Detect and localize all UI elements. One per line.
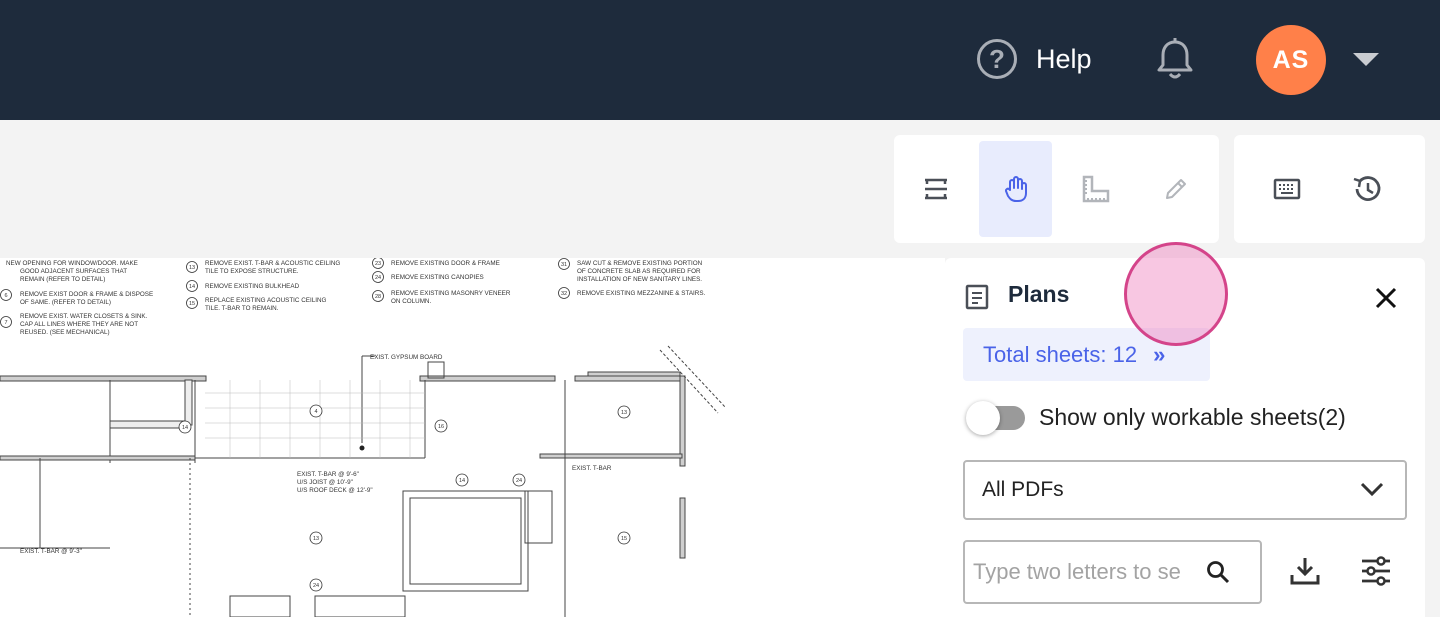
split-view-tool[interactable] bbox=[899, 141, 972, 237]
pencil-markup-icon bbox=[1165, 179, 1186, 199]
note-line: REMOVE EXIST DOOR & FRAME & DISPOSE bbox=[20, 291, 153, 298]
note-line: TILE TO EXPOSE STRUCTURE. bbox=[205, 268, 299, 275]
pdf-filter-select[interactable]: All PDFs bbox=[963, 460, 1407, 520]
svg-text:NEW OPENING FOR WINDOW/DOOR. M: NEW OPENING FOR WINDOW/DOOR. MAKE bbox=[6, 260, 138, 267]
note-line: OF SAME. (REFER TO DETAIL) bbox=[20, 299, 111, 306]
plan-tag: 14 bbox=[182, 425, 188, 431]
note-line: REMOVE EXISTING MEZZANINE & STAIRS. bbox=[577, 290, 706, 297]
note-line: REMOVE EXIST. WATER CLOSETS & SINK. bbox=[20, 313, 148, 320]
plan-tag: 15 bbox=[621, 536, 627, 542]
plan-tag: 24 bbox=[313, 583, 319, 589]
note-number: 32 bbox=[561, 291, 567, 297]
plan-tag: 16 bbox=[438, 424, 444, 430]
help-label: Help bbox=[1036, 43, 1092, 74]
top-navigation-bar: ? Help AS bbox=[0, 0, 1440, 120]
split-view-icon bbox=[924, 178, 947, 200]
download-icon[interactable] bbox=[1289, 555, 1321, 587]
note-line: REMAIN (REFER TO DETAIL) bbox=[20, 276, 105, 283]
note-line: SAW CUT & REMOVE EXISTING PORTION bbox=[577, 260, 703, 267]
search-icon[interactable] bbox=[1206, 560, 1230, 584]
note-number: 7 bbox=[4, 320, 7, 326]
workable-sheets-toggle[interactable] bbox=[966, 401, 1025, 435]
note-line: GOOD ADJACENT SURFACES THAT bbox=[20, 268, 127, 275]
note-line: REMOVE EXISTING CANOPIES bbox=[391, 274, 484, 281]
plan-tag: 24 bbox=[516, 478, 522, 484]
note-line: NEW OPENING FOR WINDOW/DOOR. MAKE bbox=[6, 260, 138, 267]
panel-title: Plans bbox=[1008, 281, 1070, 307]
note-number: 31 bbox=[561, 262, 567, 268]
svg-text:GOOD ADJACENT SURFACES THAT: GOOD ADJACENT SURFACES THAT bbox=[20, 268, 127, 275]
help-circle-icon: ? bbox=[977, 39, 1017, 79]
chevron-down-icon bbox=[1360, 482, 1384, 497]
document-icon bbox=[965, 284, 989, 310]
view-toolbar bbox=[1234, 135, 1425, 243]
pdf-filter-value: All PDFs bbox=[982, 478, 1064, 501]
toggle-knob bbox=[966, 401, 1000, 435]
help-button[interactable]: ? Help bbox=[977, 38, 1092, 80]
close-icon[interactable] bbox=[1373, 285, 1399, 311]
sheet-search-input[interactable] bbox=[973, 554, 1181, 590]
workable-sheets-label: Show only workable sheets(2) bbox=[1039, 404, 1346, 430]
note-number: 13 bbox=[189, 265, 195, 271]
filter-sliders-icon[interactable] bbox=[1360, 555, 1392, 587]
plan-label: U/S JOIST @ 10'-9" bbox=[297, 479, 353, 486]
pencil-markup-tool[interactable] bbox=[1139, 141, 1212, 237]
note-number: 14 bbox=[189, 284, 195, 290]
note-line: OF CONCRETE SLAB AS REQUIRED FOR bbox=[577, 268, 701, 275]
note-line: TILE. T-BAR TO REMAIN. bbox=[205, 305, 279, 312]
plan-label: EXIST. T-BAR @ 9'-6" bbox=[297, 471, 359, 478]
note-line: REPLACE EXISTING ACOUSTIC CEILING bbox=[205, 297, 327, 304]
plan-tag: 14 bbox=[459, 478, 465, 484]
bell-icon bbox=[1157, 38, 1193, 79]
plan-label: EXIST. GYPSUM BOARD bbox=[370, 354, 443, 361]
note-number: 24 bbox=[375, 275, 381, 281]
pan-tool[interactable] bbox=[979, 141, 1052, 237]
sheet-search-box bbox=[963, 540, 1262, 604]
note-line: INSTALLATION OF NEW SANITARY LINES. bbox=[577, 276, 702, 283]
total-sheets-label: Total sheets: 12 bbox=[983, 341, 1138, 367]
note-line: REMOVE EXISTING MASONRY VENEER bbox=[391, 290, 511, 297]
note-number: 23 bbox=[375, 261, 381, 267]
plan-label: EXIST. T-BAR bbox=[572, 465, 612, 472]
markup-toolbar bbox=[894, 135, 1219, 243]
history-icon bbox=[1353, 176, 1380, 201]
notifications-button[interactable] bbox=[1155, 37, 1195, 81]
plan-label: U/S ROOF DECK @ 12'-9" bbox=[297, 487, 373, 494]
note-line: CAP ALL LINES WHERE THEY ARE NOT bbox=[20, 321, 138, 328]
note-number: 28 bbox=[375, 294, 381, 300]
note-number: 6 bbox=[4, 293, 7, 299]
plan-tag: 13 bbox=[621, 410, 627, 416]
plan-tag: 13 bbox=[313, 536, 319, 542]
hand-pan-icon bbox=[1004, 176, 1027, 202]
user-avatar[interactable]: AS bbox=[1256, 25, 1326, 95]
history-button[interactable] bbox=[1330, 141, 1403, 237]
plans-panel: Plans Total sheets: 12 » Show only worka… bbox=[945, 258, 1425, 617]
note-line: REMOVE EXIST. T-BAR & ACOUSTIC CEILING bbox=[205, 260, 340, 267]
note-number: 15 bbox=[189, 301, 195, 307]
total-sheets-button[interactable]: Total sheets: 12 » bbox=[963, 328, 1210, 381]
keyboard-shortcuts-button[interactable] bbox=[1250, 141, 1323, 237]
note-line: ON COLUMN. bbox=[391, 298, 431, 305]
measure-area-icon bbox=[1082, 175, 1109, 203]
chevron-down-icon[interactable] bbox=[1353, 53, 1379, 66]
svg-text:REMAIN (REFER TO DETAIL): REMAIN (REFER TO DETAIL) bbox=[20, 276, 105, 283]
note-line: REMOVE EXISTING BULKHEAD bbox=[205, 283, 300, 290]
floor-plan-drawing[interactable]: NEW OPENING FOR WINDOW/DOOR. MAKE GOOD A… bbox=[0, 258, 945, 617]
plan-drawing-canvas[interactable]: NEW OPENING FOR WINDOW/DOOR. MAKE GOOD A… bbox=[0, 258, 945, 617]
double-chevron-right-icon: » bbox=[1153, 341, 1166, 367]
plan-tag: 4 bbox=[314, 409, 317, 415]
note-line: REUSED. (SEE MECHANICAL) bbox=[20, 329, 110, 336]
plan-label: EXIST. T-BAR @ 9'-3" bbox=[20, 548, 82, 555]
keyboard-icon bbox=[1273, 178, 1300, 200]
note-line: REMOVE EXISTING DOOR & FRAME bbox=[391, 260, 500, 267]
measure-area-tool[interactable] bbox=[1059, 141, 1132, 237]
